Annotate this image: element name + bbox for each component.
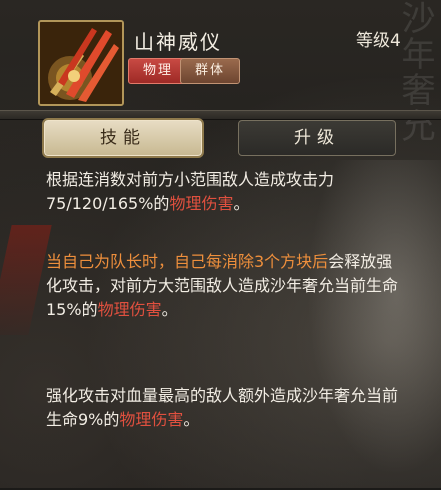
desc-text: 。 xyxy=(233,194,250,213)
skill-level: 等级4 xyxy=(356,31,401,51)
skill-tooltip-panel: 沙年奢允 山神威仪 等级4 物理 群体 技能 升级 根据连消数对前方小范围敌人造… xyxy=(0,0,441,490)
description-paragraph-3: 强化攻击对血量最高的敌人额外造成沙年奢允当前生命9%的物理伤害。 xyxy=(46,384,398,432)
description-paragraph-1: 根据连消数对前方小范围敌人造成攻击力75/120/165%的物理伤害。 xyxy=(46,168,398,216)
description-paragraph-2: 当自己为队长时，自己每消除3个方块后会释放强化攻击，对前方大范围敌人造成沙年奢允… xyxy=(46,250,398,322)
desc-text: 。 xyxy=(183,410,200,429)
desc-text: 强化攻击对血量最高的敌人额外造成沙年奢允当前生命9%的 xyxy=(46,386,399,429)
decorative-ribbon xyxy=(0,225,52,335)
tab-skill[interactable]: 技能 xyxy=(44,120,202,156)
background-character-name: 沙年奢允 xyxy=(395,0,435,144)
tab-upgrade[interactable]: 升级 xyxy=(238,120,396,156)
desc-text: 。 xyxy=(161,300,178,319)
physical-damage-keyword: 物理伤害 xyxy=(97,300,162,319)
tag-physical: 物理 xyxy=(128,58,188,84)
skill-title: 山神威仪 xyxy=(134,30,222,54)
claw-slash-icon xyxy=(38,20,124,106)
header-divider xyxy=(0,110,441,120)
tag-group: 群体 xyxy=(180,58,240,84)
leader-condition: 当自己为队长时，自己每消除3个方块后 xyxy=(46,252,329,271)
physical-damage-keyword: 物理伤害 xyxy=(169,194,234,213)
physical-damage-keyword: 物理伤害 xyxy=(119,410,184,429)
